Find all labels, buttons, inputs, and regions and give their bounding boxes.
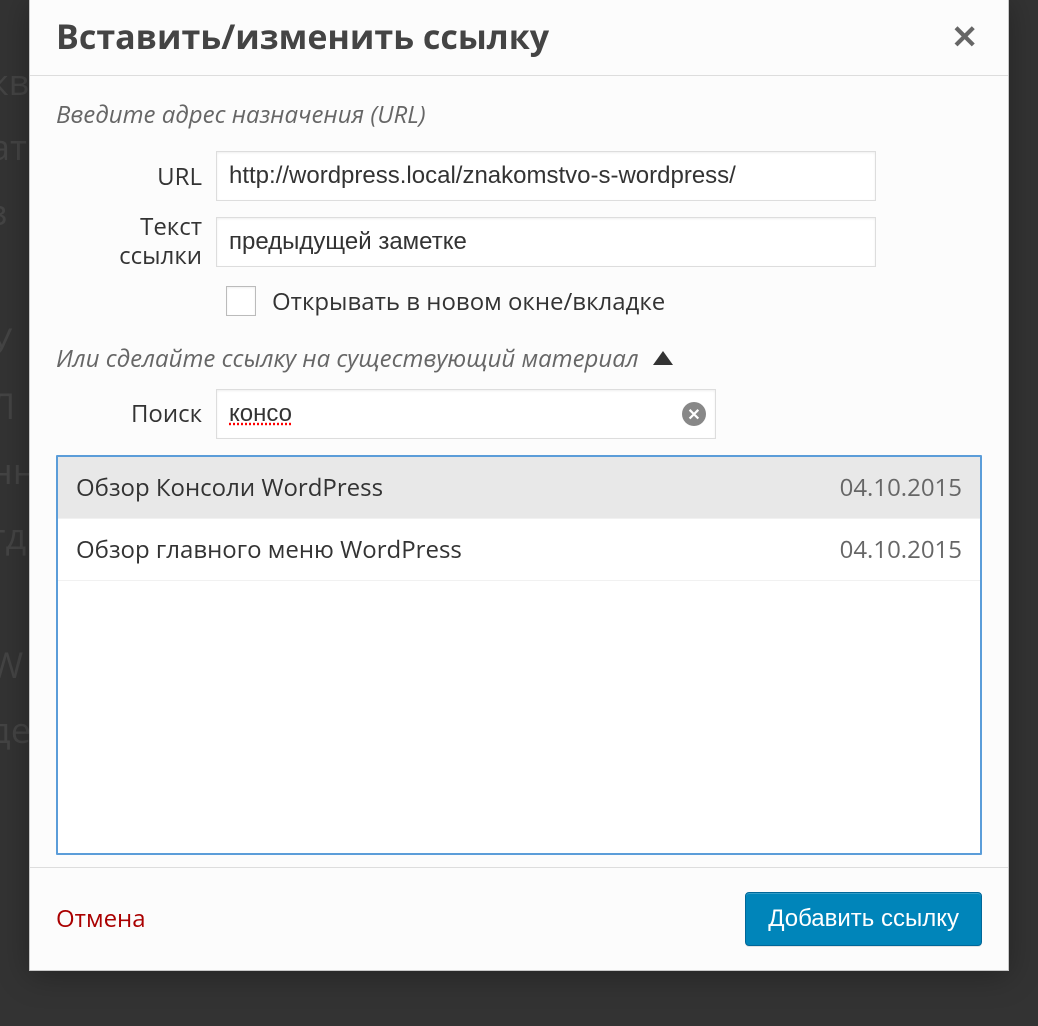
dialog-footer: Отмена Добавить ссылку — [30, 867, 1008, 970]
link-text-label-line1: Текст — [56, 213, 202, 242]
result-date: 04.10.2015 — [840, 533, 962, 566]
dialog-header: Вставить/изменить ссылку ✕ — [30, 0, 1008, 76]
result-title: Обзор главного меню WordPress — [76, 533, 462, 566]
add-link-button[interactable]: Добавить ссылку — [745, 892, 982, 946]
url-section-label: Введите адрес назначения (URL) — [56, 98, 982, 131]
new-tab-row: Открывать в новом окне/вкладке — [226, 285, 982, 318]
clear-search-icon[interactable]: ✕ — [682, 402, 706, 426]
dialog-body: Введите адрес назначения (URL) URL Текст… — [30, 76, 1008, 867]
search-input-wrap: ✕ — [216, 389, 716, 439]
search-label: Поиск — [56, 397, 216, 430]
search-result-item[interactable]: Обзор Консоли WordPress 04.10.2015 — [58, 457, 980, 519]
new-tab-label: Открывать в новом окне/вкладке — [272, 285, 665, 318]
dialog-title: Вставить/изменить ссылку — [56, 13, 549, 59]
search-results-list: Обзор Консоли WordPress04.10.2015Обзор г… — [56, 455, 982, 855]
link-text-label-line2: ссылки — [56, 242, 202, 271]
url-label: URL — [56, 160, 216, 193]
search-row: Поиск ✕ — [56, 389, 982, 439]
url-input[interactable] — [216, 151, 876, 201]
result-date: 04.10.2015 — [840, 471, 962, 504]
url-row: URL — [56, 151, 982, 201]
search-input[interactable] — [216, 389, 716, 439]
result-title: Обзор Консоли WordPress — [76, 471, 383, 504]
existing-content-toggle[interactable]: Или сделайте ссылку на существующий мате… — [56, 342, 982, 375]
close-icon[interactable]: ✕ — [947, 15, 982, 58]
link-text-input[interactable] — [216, 217, 876, 267]
link-text-label: Текст ссылки — [56, 213, 216, 271]
insert-link-dialog: Вставить/изменить ссылку ✕ Введите адрес… — [29, 0, 1009, 971]
chevron-up-icon — [653, 351, 673, 365]
search-result-item[interactable]: Обзор главного меню WordPress 04.10.2015 — [58, 519, 980, 581]
link-text-row: Текст ссылки — [56, 213, 982, 271]
new-tab-checkbox[interactable] — [226, 286, 256, 316]
existing-content-label: Или сделайте ссылку на существующий мате… — [56, 342, 639, 375]
cancel-button[interactable]: Отмена — [56, 902, 146, 935]
